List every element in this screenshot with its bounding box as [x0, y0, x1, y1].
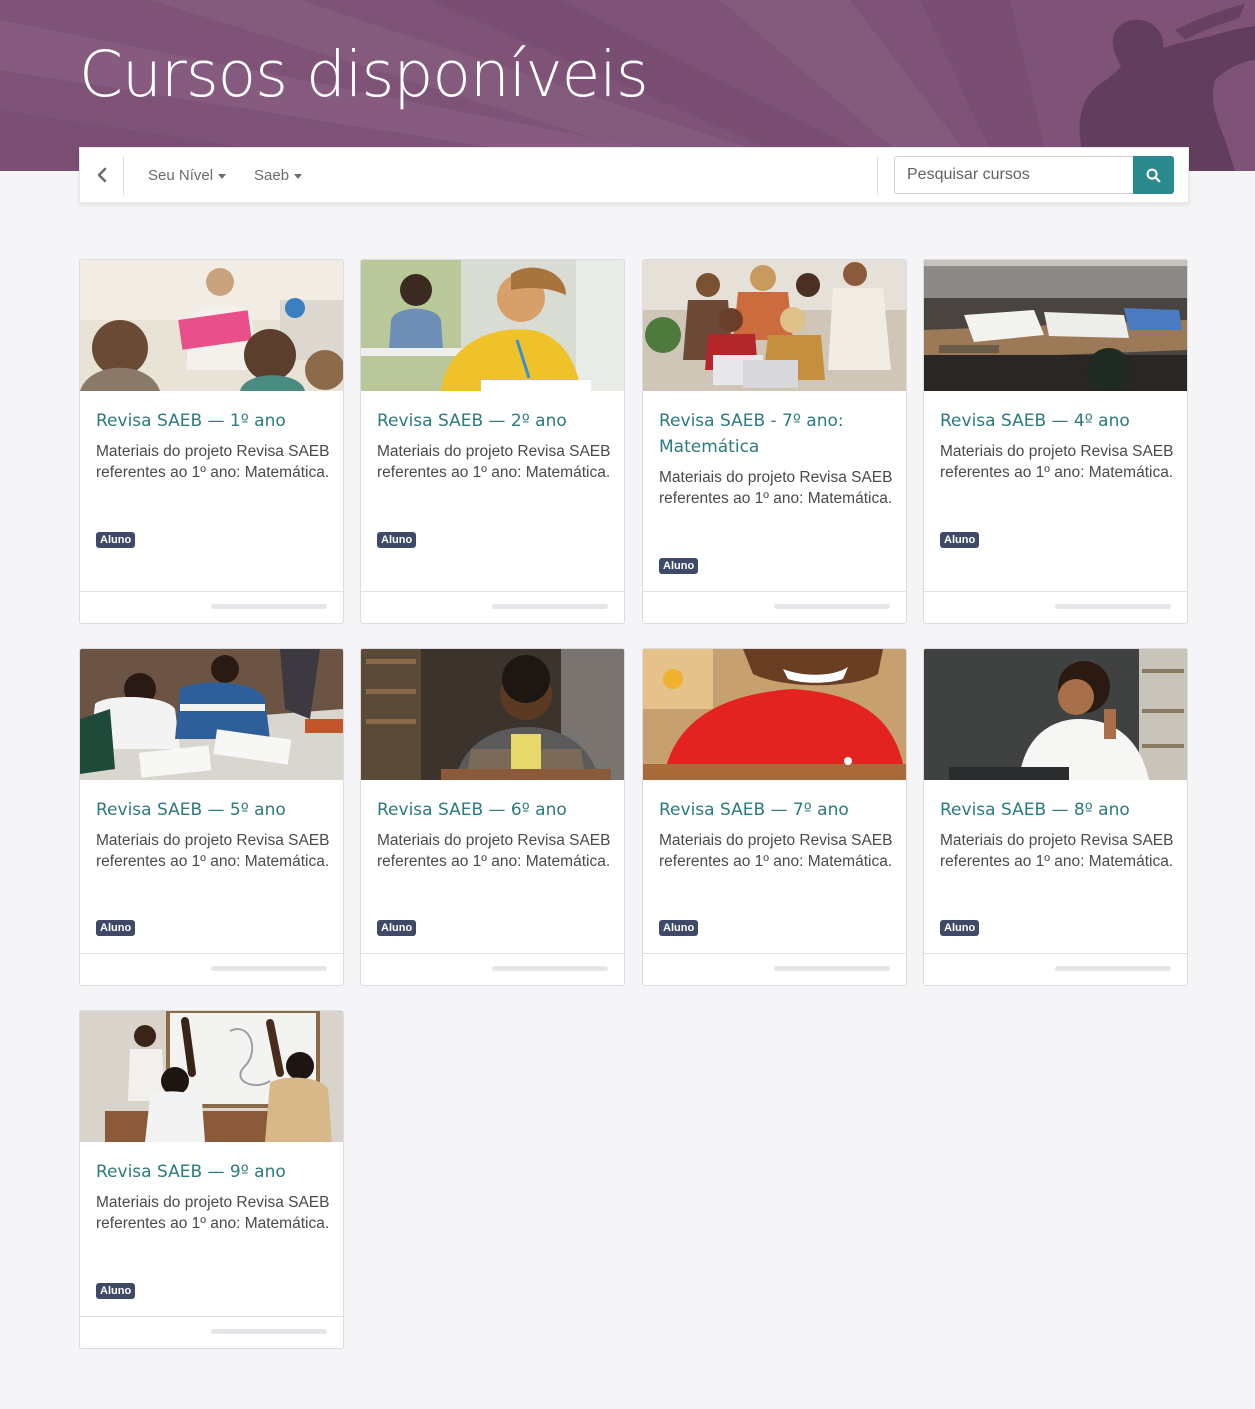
course-description: Materiais do projeto Revisa SAEB referen… [940, 832, 1174, 870]
course-thumbnail [643, 649, 906, 780]
back-button[interactable] [80, 148, 124, 202]
course-thumbnail [80, 1011, 343, 1142]
filter-label: Saeb [254, 166, 290, 184]
course-title[interactable]: Revisa SAEB — 2º ano [377, 408, 613, 434]
progress-placeholder [211, 966, 327, 971]
role-badge: Aluno [940, 920, 980, 936]
course-thumbnail [924, 649, 1187, 780]
course-card[interactable]: Revisa SAEB — 1º ano Materiais do projet… [79, 259, 344, 624]
course-card[interactable]: Revisa SAEB — 8º ano Materiais do projet… [923, 648, 1188, 986]
role-badge: Aluno [659, 558, 699, 574]
progress-placeholder [492, 604, 608, 609]
course-thumbnail [924, 260, 1187, 391]
course-description: Materiais do projeto Revisa SAEB referen… [96, 443, 330, 481]
role-badge: Aluno [377, 532, 417, 548]
course-title[interactable]: Revisa SAEB — 8º ano [940, 797, 1176, 823]
search-icon [1146, 168, 1161, 182]
caret-down-icon [218, 173, 227, 179]
superhero-silhouette-icon [1079, 4, 1255, 171]
course-card[interactable]: Revisa SAEB - 7º ano: Matemática Materia… [642, 259, 907, 624]
role-badge: Aluno [96, 1283, 136, 1299]
course-footer [643, 591, 906, 623]
course-card[interactable]: Revisa SAEB — 5º ano Materiais do projet… [79, 648, 344, 986]
filter-dropdown-seu-nivel[interactable]: Seu Nível [148, 148, 227, 202]
progress-placeholder [774, 966, 890, 971]
course-description: Materiais do projeto Revisa SAEB referen… [96, 1194, 330, 1232]
filter-label: Seu Nível [148, 166, 214, 184]
course-title[interactable]: Revisa SAEB — 6º ano [377, 797, 613, 823]
page-title: Cursos disponíveis [79, 38, 649, 111]
course-thumbnail [361, 649, 624, 780]
course-footer [924, 591, 1187, 623]
progress-placeholder [211, 1329, 327, 1334]
progress-placeholder [211, 604, 327, 609]
course-card[interactable]: Revisa SAEB — 4º ano Materiais do projet… [923, 259, 1188, 624]
course-description: Materiais do projeto Revisa SAEB referen… [377, 832, 611, 870]
course-thumbnail [80, 260, 343, 391]
role-badge: Aluno [96, 532, 136, 548]
search-input[interactable] [894, 156, 1133, 194]
course-footer [361, 591, 624, 623]
course-footer [80, 953, 343, 985]
course-filter-toolbar: Seu Nível Saeb [79, 147, 1189, 203]
filter-dropdown-saeb[interactable]: Saeb [254, 148, 303, 202]
role-badge: Aluno [96, 920, 136, 936]
caret-down-icon [294, 173, 303, 179]
progress-placeholder [774, 604, 890, 609]
course-card[interactable]: Revisa SAEB — 6º ano Materiais do projet… [360, 648, 625, 986]
course-description: Materiais do projeto Revisa SAEB referen… [940, 443, 1174, 481]
divider [877, 156, 878, 195]
course-footer [924, 953, 1187, 985]
course-title[interactable]: Revisa SAEB — 7º ano [659, 797, 895, 823]
course-footer [361, 953, 624, 985]
course-thumbnail [361, 260, 624, 391]
divider [123, 156, 124, 195]
course-title[interactable]: Revisa SAEB — 1º ano [96, 408, 332, 434]
course-footer [80, 591, 343, 623]
course-title[interactable]: Revisa SAEB — 5º ano [96, 797, 332, 823]
progress-placeholder [492, 966, 608, 971]
course-footer [643, 953, 906, 985]
course-card[interactable]: Revisa SAEB — 7º ano Materiais do projet… [642, 648, 907, 986]
role-badge: Aluno [659, 920, 699, 936]
header-banner: Cursos disponíveis [0, 0, 1255, 171]
role-badge: Aluno [377, 920, 417, 936]
course-description: Materiais do projeto Revisa SAEB referen… [659, 832, 893, 870]
progress-placeholder [1055, 966, 1171, 971]
course-title[interactable]: Revisa SAEB — 4º ano [940, 408, 1176, 434]
course-description: Materiais do projeto Revisa SAEB referen… [659, 469, 893, 507]
course-footer [80, 1316, 343, 1348]
course-description: Materiais do projeto Revisa SAEB referen… [96, 832, 330, 870]
role-badge: Aluno [940, 532, 980, 548]
course-description: Materiais do projeto Revisa SAEB referen… [377, 443, 611, 481]
progress-placeholder [1055, 604, 1171, 609]
chevron-left-icon [97, 167, 107, 183]
course-title[interactable]: Revisa SAEB — 9º ano [96, 1159, 332, 1185]
course-card[interactable]: Revisa SAEB — 2º ano Materiais do projet… [360, 259, 625, 624]
course-card[interactable]: Revisa SAEB — 9º ano Materiais do projet… [79, 1010, 344, 1349]
search-button[interactable] [1133, 156, 1174, 194]
course-thumbnail [643, 260, 906, 391]
course-title[interactable]: Revisa SAEB - 7º ano: Matemática [659, 408, 895, 460]
course-thumbnail [80, 649, 343, 780]
